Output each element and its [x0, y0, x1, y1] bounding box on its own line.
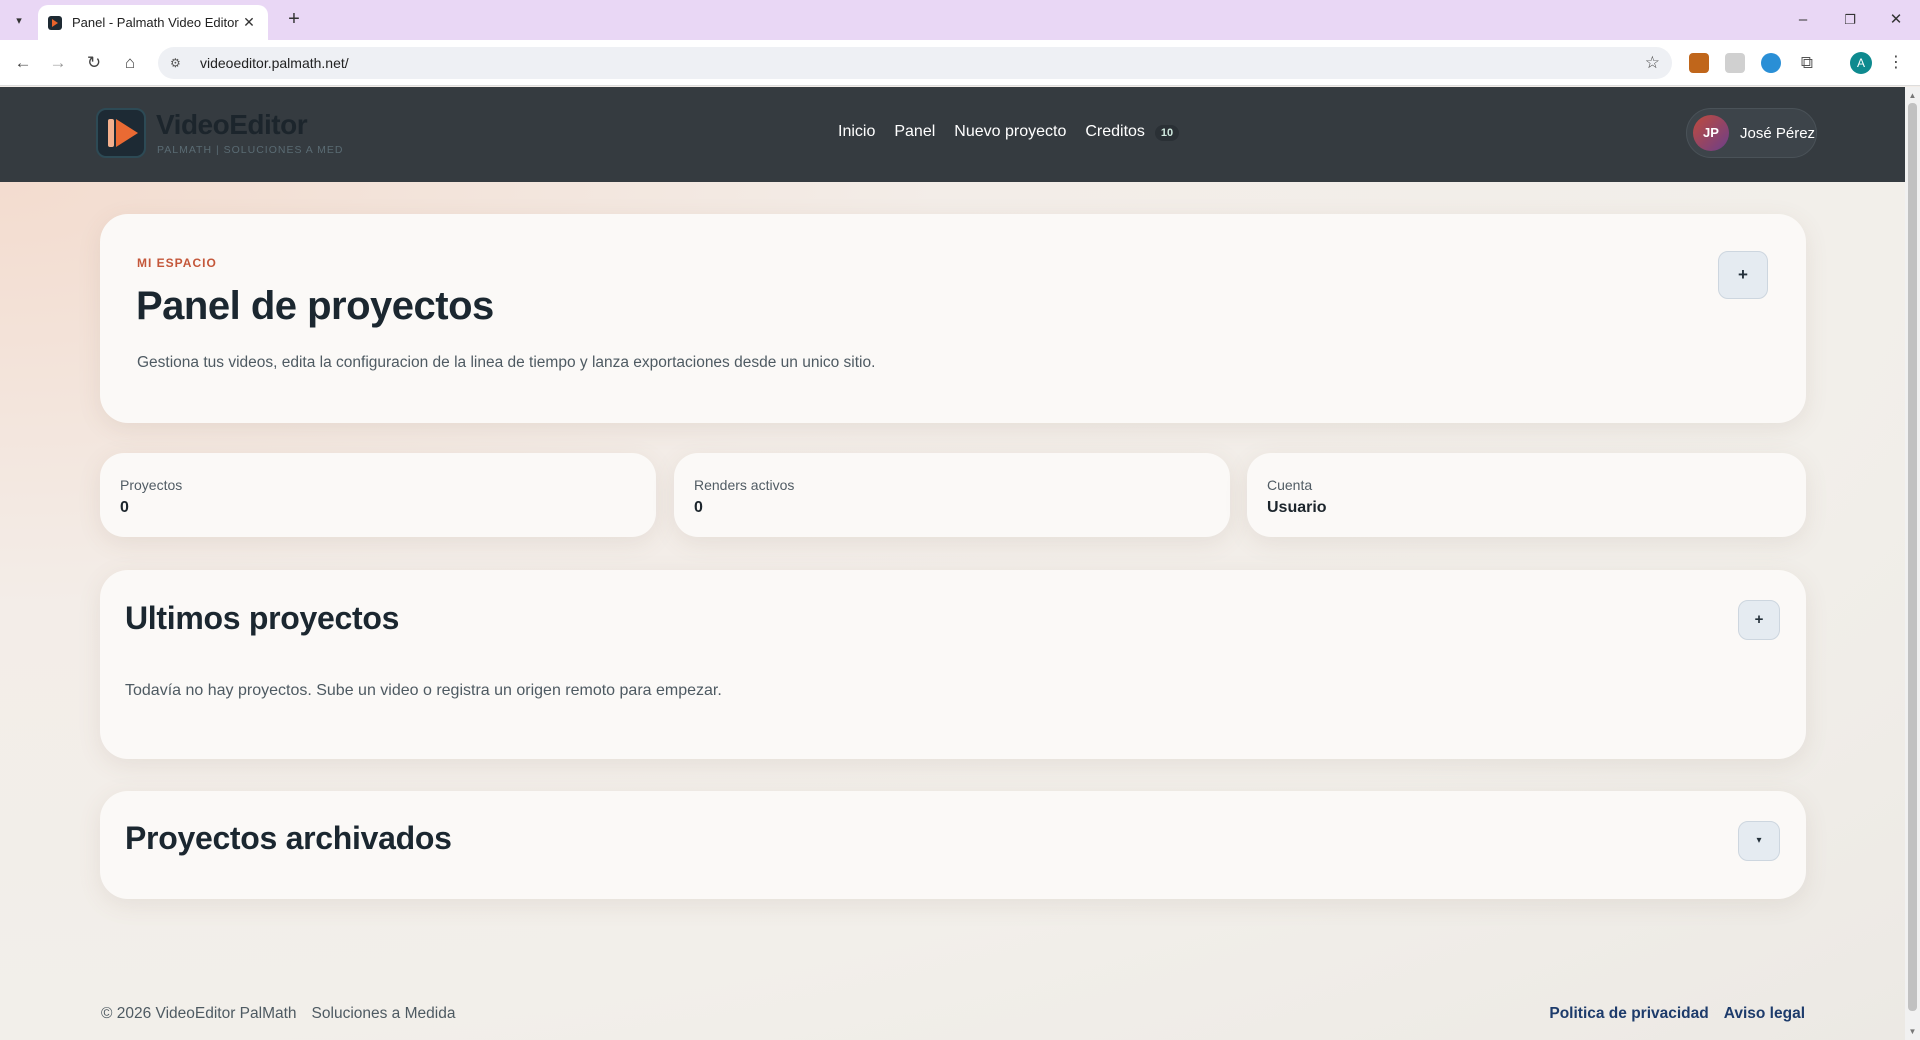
- main-nav: Inicio Panel Nuevo proyecto Creditos 10: [838, 123, 1180, 141]
- scroll-down-arrow-icon[interactable]: ▼: [1908, 1027, 1917, 1036]
- nav-link-creditos-label: Creditos: [1085, 123, 1145, 140]
- scroll-up-arrow-icon[interactable]: ▲: [1908, 91, 1917, 100]
- stat-label: Proyectos: [120, 477, 183, 493]
- bookmark-star-icon[interactable]: ☆: [1645, 53, 1660, 73]
- browser-tab-active[interactable]: Panel - Palmath Video Editor ✕: [38, 5, 268, 40]
- recent-projects-card: Ultimos proyectos + Todavía no hay proye…: [100, 570, 1806, 759]
- stat-card-cuenta: Cuenta Usuario: [1247, 453, 1806, 537]
- stat-card-proyectos: Proyectos 0: [100, 453, 656, 537]
- download-extension-icon[interactable]: [1761, 53, 1781, 73]
- recent-projects-title: Ultimos proyectos: [125, 600, 400, 636]
- reload-icon[interactable]: ↻: [81, 50, 107, 76]
- browser-tab-bar: ▾ Panel - Palmath Video Editor ✕ + – ❐ ✕: [0, 0, 1920, 40]
- tab-search-chevron-icon[interactable]: ▾: [8, 9, 30, 31]
- hero-eyebrow: MI ESPACIO: [137, 256, 217, 270]
- empty-projects-message: Todavía no hay proyectos. Sube un video …: [125, 682, 722, 699]
- stat-label: Renders activos: [694, 477, 795, 493]
- new-tab-plus-icon[interactable]: +: [282, 8, 306, 32]
- stat-value: 0: [120, 499, 129, 516]
- nav-link-panel[interactable]: Panel: [894, 123, 935, 141]
- page-viewport: VideoEditor PALMATH | SOLUCIONES A MED I…: [0, 87, 1905, 1040]
- footer-links: Politica de privacidad Aviso legal: [1549, 1005, 1805, 1023]
- brand-title[interactable]: VideoEditor: [156, 109, 308, 141]
- browser-toolbar: ← → ↻ ⌂ ⚙ videoeditor.palmath.net/ ☆ ⧉ A…: [0, 40, 1920, 86]
- page-title: Panel de proyectos: [136, 284, 494, 328]
- window-close-icon[interactable]: ✕: [1881, 8, 1911, 32]
- stat-value: 0: [694, 499, 703, 516]
- window-minimize-icon[interactable]: –: [1788, 8, 1818, 32]
- browser-menu-icon[interactable]: ⋮: [1888, 52, 1904, 74]
- legal-notice-link[interactable]: Aviso legal: [1724, 1005, 1805, 1023]
- app-header: VideoEditor PALMATH | SOLUCIONES A MED I…: [0, 87, 1905, 182]
- tab-title: Panel - Palmath Video Editor: [72, 15, 239, 30]
- palette-extension-icon[interactable]: [1689, 53, 1709, 73]
- site-settings-icon[interactable]: ⚙: [170, 56, 188, 70]
- user-name: José Pérez: [1740, 124, 1816, 142]
- user-menu-button[interactable]: JP José Pérez: [1686, 108, 1817, 158]
- home-icon[interactable]: ⌂: [117, 50, 143, 76]
- scrollbar-thumb[interactable]: [1908, 103, 1917, 1011]
- archived-toggle-chevron-icon[interactable]: ▾: [1738, 821, 1780, 861]
- stat-card-renders: Renders activos 0: [674, 453, 1230, 537]
- footer-info: © 2026 VideoEditor PalMath Soluciones a M…: [101, 1005, 455, 1023]
- nav-link-nuevo-proyecto[interactable]: Nuevo proyecto: [954, 123, 1066, 141]
- back-arrow-icon[interactable]: ←: [10, 50, 36, 76]
- footer-copyright: © 2026 VideoEditor PalMath: [101, 1005, 297, 1022]
- privacy-policy-link[interactable]: Politica de privacidad: [1549, 1005, 1708, 1023]
- page-scrollbar[interactable]: ▲ ▼: [1905, 87, 1920, 1040]
- nav-link-creditos[interactable]: Creditos 10: [1085, 123, 1180, 141]
- forward-arrow-icon[interactable]: →: [45, 50, 71, 76]
- tab-favicon-icon: [48, 15, 62, 30]
- avatar: JP: [1693, 115, 1729, 151]
- new-project-plus-button[interactable]: +: [1718, 251, 1768, 299]
- archived-projects-title: Proyectos archivados: [125, 820, 452, 856]
- stat-value: Usuario: [1267, 499, 1327, 516]
- add-project-plus-button[interactable]: +: [1738, 600, 1780, 640]
- stat-label: Cuenta: [1267, 477, 1313, 493]
- browser-profile-avatar[interactable]: A: [1850, 52, 1872, 74]
- credits-count-badge: 10: [1154, 125, 1180, 141]
- archived-projects-card: Proyectos archivados ▾: [100, 791, 1806, 899]
- nav-link-inicio[interactable]: Inicio: [838, 123, 875, 141]
- hero-card: MI ESPACIO Panel de proyectos Gestiona t…: [100, 214, 1806, 423]
- address-url[interactable]: videoeditor.palmath.net/: [200, 55, 1645, 71]
- puzzle-extensions-icon[interactable]: ⧉: [1797, 53, 1817, 73]
- address-bar[interactable]: ⚙ videoeditor.palmath.net/ ☆: [158, 47, 1672, 79]
- window-restore-icon[interactable]: ❐: [1835, 8, 1865, 32]
- hero-description: Gestiona tus videos, edita la configurac…: [137, 354, 876, 371]
- brand-subtitle: PALMATH | SOLUCIONES A MED: [157, 144, 344, 156]
- monitor-extension-icon[interactable]: [1725, 53, 1745, 73]
- footer-tagline: Soluciones a Medida: [311, 1005, 456, 1022]
- videoeditor-logo-icon[interactable]: [96, 108, 146, 158]
- tab-close-icon[interactable]: ✕: [240, 14, 258, 31]
